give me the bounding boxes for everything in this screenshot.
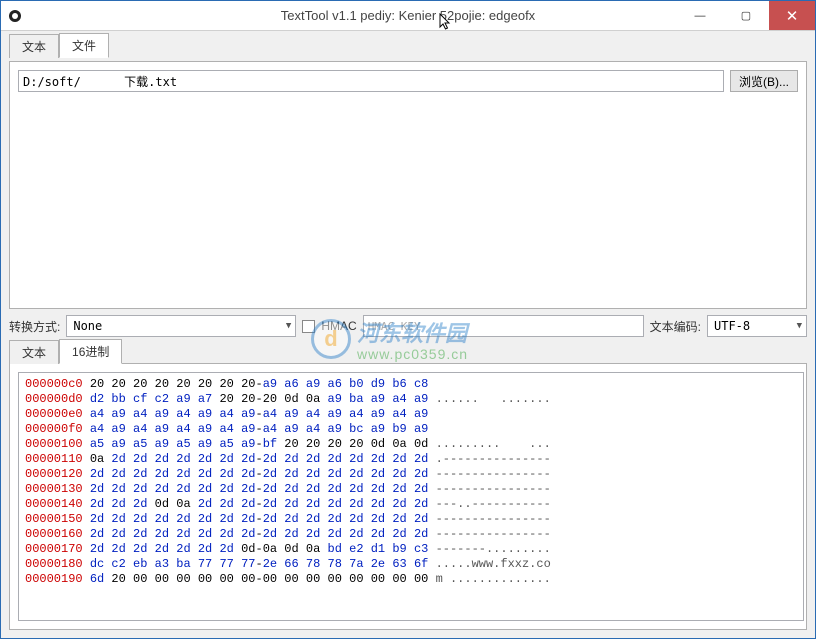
encoding-value: UTF-8: [714, 319, 750, 333]
lower-tabstrip: 文本 16进制: [9, 343, 807, 363]
hex-line: 00000150 2d 2d 2d 2d 2d 2d 2d 2d-2d 2d 2…: [25, 512, 801, 527]
hex-line: 00000100 a5 a9 a5 a9 a5 a9 a5 a9-bf 20 2…: [25, 437, 801, 452]
hex-line: 00000160 2d 2d 2d 2d 2d 2d 2d 2d-2d 2d 2…: [25, 527, 801, 542]
encoding-select[interactable]: UTF-8 ▼: [707, 315, 807, 337]
hex-panel: 000000c0 20 20 20 20 20 20 20 20-a9 a6 a…: [9, 363, 807, 630]
maximize-button[interactable]: ▢: [723, 1, 769, 30]
convert-method-label: 转换方式:: [9, 318, 60, 335]
hex-line: 000000f0 a4 a9 a4 a9 a4 a9 a4 a9-a4 a9 a…: [25, 422, 801, 437]
chevron-down-icon: ▼: [286, 321, 291, 331]
hex-line: 00000120 2d 2d 2d 2d 2d 2d 2d 2d-2d 2d 2…: [25, 467, 801, 482]
hex-line: 000000c0 20 20 20 20 20 20 20 20-a9 a6 a…: [25, 377, 801, 392]
tab-file-upper[interactable]: 文件: [59, 33, 109, 58]
file-path-row: 浏览(B)...: [18, 70, 798, 92]
hmac-label: HMAC: [321, 319, 356, 333]
cursor-icon: [439, 13, 453, 31]
minimize-button[interactable]: —: [677, 1, 723, 30]
chevron-down-icon: ▼: [797, 321, 802, 331]
titlebar: TextTool v1.1 pediy: Kenier 52pojie: edg…: [1, 1, 815, 31]
hex-line: 00000190 6d 20 00 00 00 00 00 00-00 00 0…: [25, 572, 801, 587]
hex-line: 000000d0 d2 bb cf c2 a9 a7 20 20-20 0d 0…: [25, 392, 801, 407]
tab-hex-lower[interactable]: 16进制: [59, 339, 122, 364]
hex-line: 00000130 2d 2d 2d 2d 2d 2d 2d 2d-2d 2d 2…: [25, 482, 801, 497]
lower-area: 文本 16进制 000000c0 20 20 20 20 20 20 20 20…: [9, 343, 807, 630]
file-panel: 浏览(B)...: [9, 61, 807, 309]
hmac-checkbox[interactable]: [302, 320, 315, 333]
tab-text-upper[interactable]: 文本: [9, 34, 59, 58]
upper-tabstrip: 文本 文件: [9, 37, 807, 57]
hex-viewer[interactable]: 000000c0 20 20 20 20 20 20 20 20-a9 a6 a…: [18, 372, 804, 621]
conversion-row: 转换方式: None ▼ HMAC HMAC KEY 文本编码: UTF-8 ▼: [9, 313, 807, 339]
browse-button[interactable]: 浏览(B)...: [730, 70, 798, 92]
convert-method-value: None: [73, 319, 102, 333]
convert-method-select[interactable]: None ▼: [66, 315, 296, 337]
app-window: TextTool v1.1 pediy: Kenier 52pojie: edg…: [0, 0, 816, 639]
hex-line: 00000170 2d 2d 2d 2d 2d 2d 2d 0d-0a 0d 0…: [25, 542, 801, 557]
hex-line: 000000e0 a4 a9 a4 a9 a4 a9 a4 a9-a4 a9 a…: [25, 407, 801, 422]
client-area: d 河东软件园 www.pc0359.cn 文本 文件 浏览(B)... 转换方…: [1, 31, 815, 638]
hex-line: 00000180 dc c2 eb a3 ba 77 77 77-2e 66 7…: [25, 557, 801, 572]
encoding-label: 文本编码:: [650, 318, 701, 335]
hex-line: 00000110 0a 2d 2d 2d 2d 2d 2d 2d-2d 2d 2…: [25, 452, 801, 467]
app-icon: [7, 8, 23, 24]
hex-line: 00000140 2d 2d 2d 0d 0a 2d 2d 2d-2d 2d 2…: [25, 497, 801, 512]
tab-text-lower[interactable]: 文本: [9, 340, 59, 364]
file-path-input[interactable]: [18, 70, 724, 92]
hmac-key-input[interactable]: HMAC KEY: [363, 315, 644, 337]
close-button[interactable]: ✕: [769, 1, 815, 30]
window-buttons: — ▢ ✕: [677, 1, 815, 30]
